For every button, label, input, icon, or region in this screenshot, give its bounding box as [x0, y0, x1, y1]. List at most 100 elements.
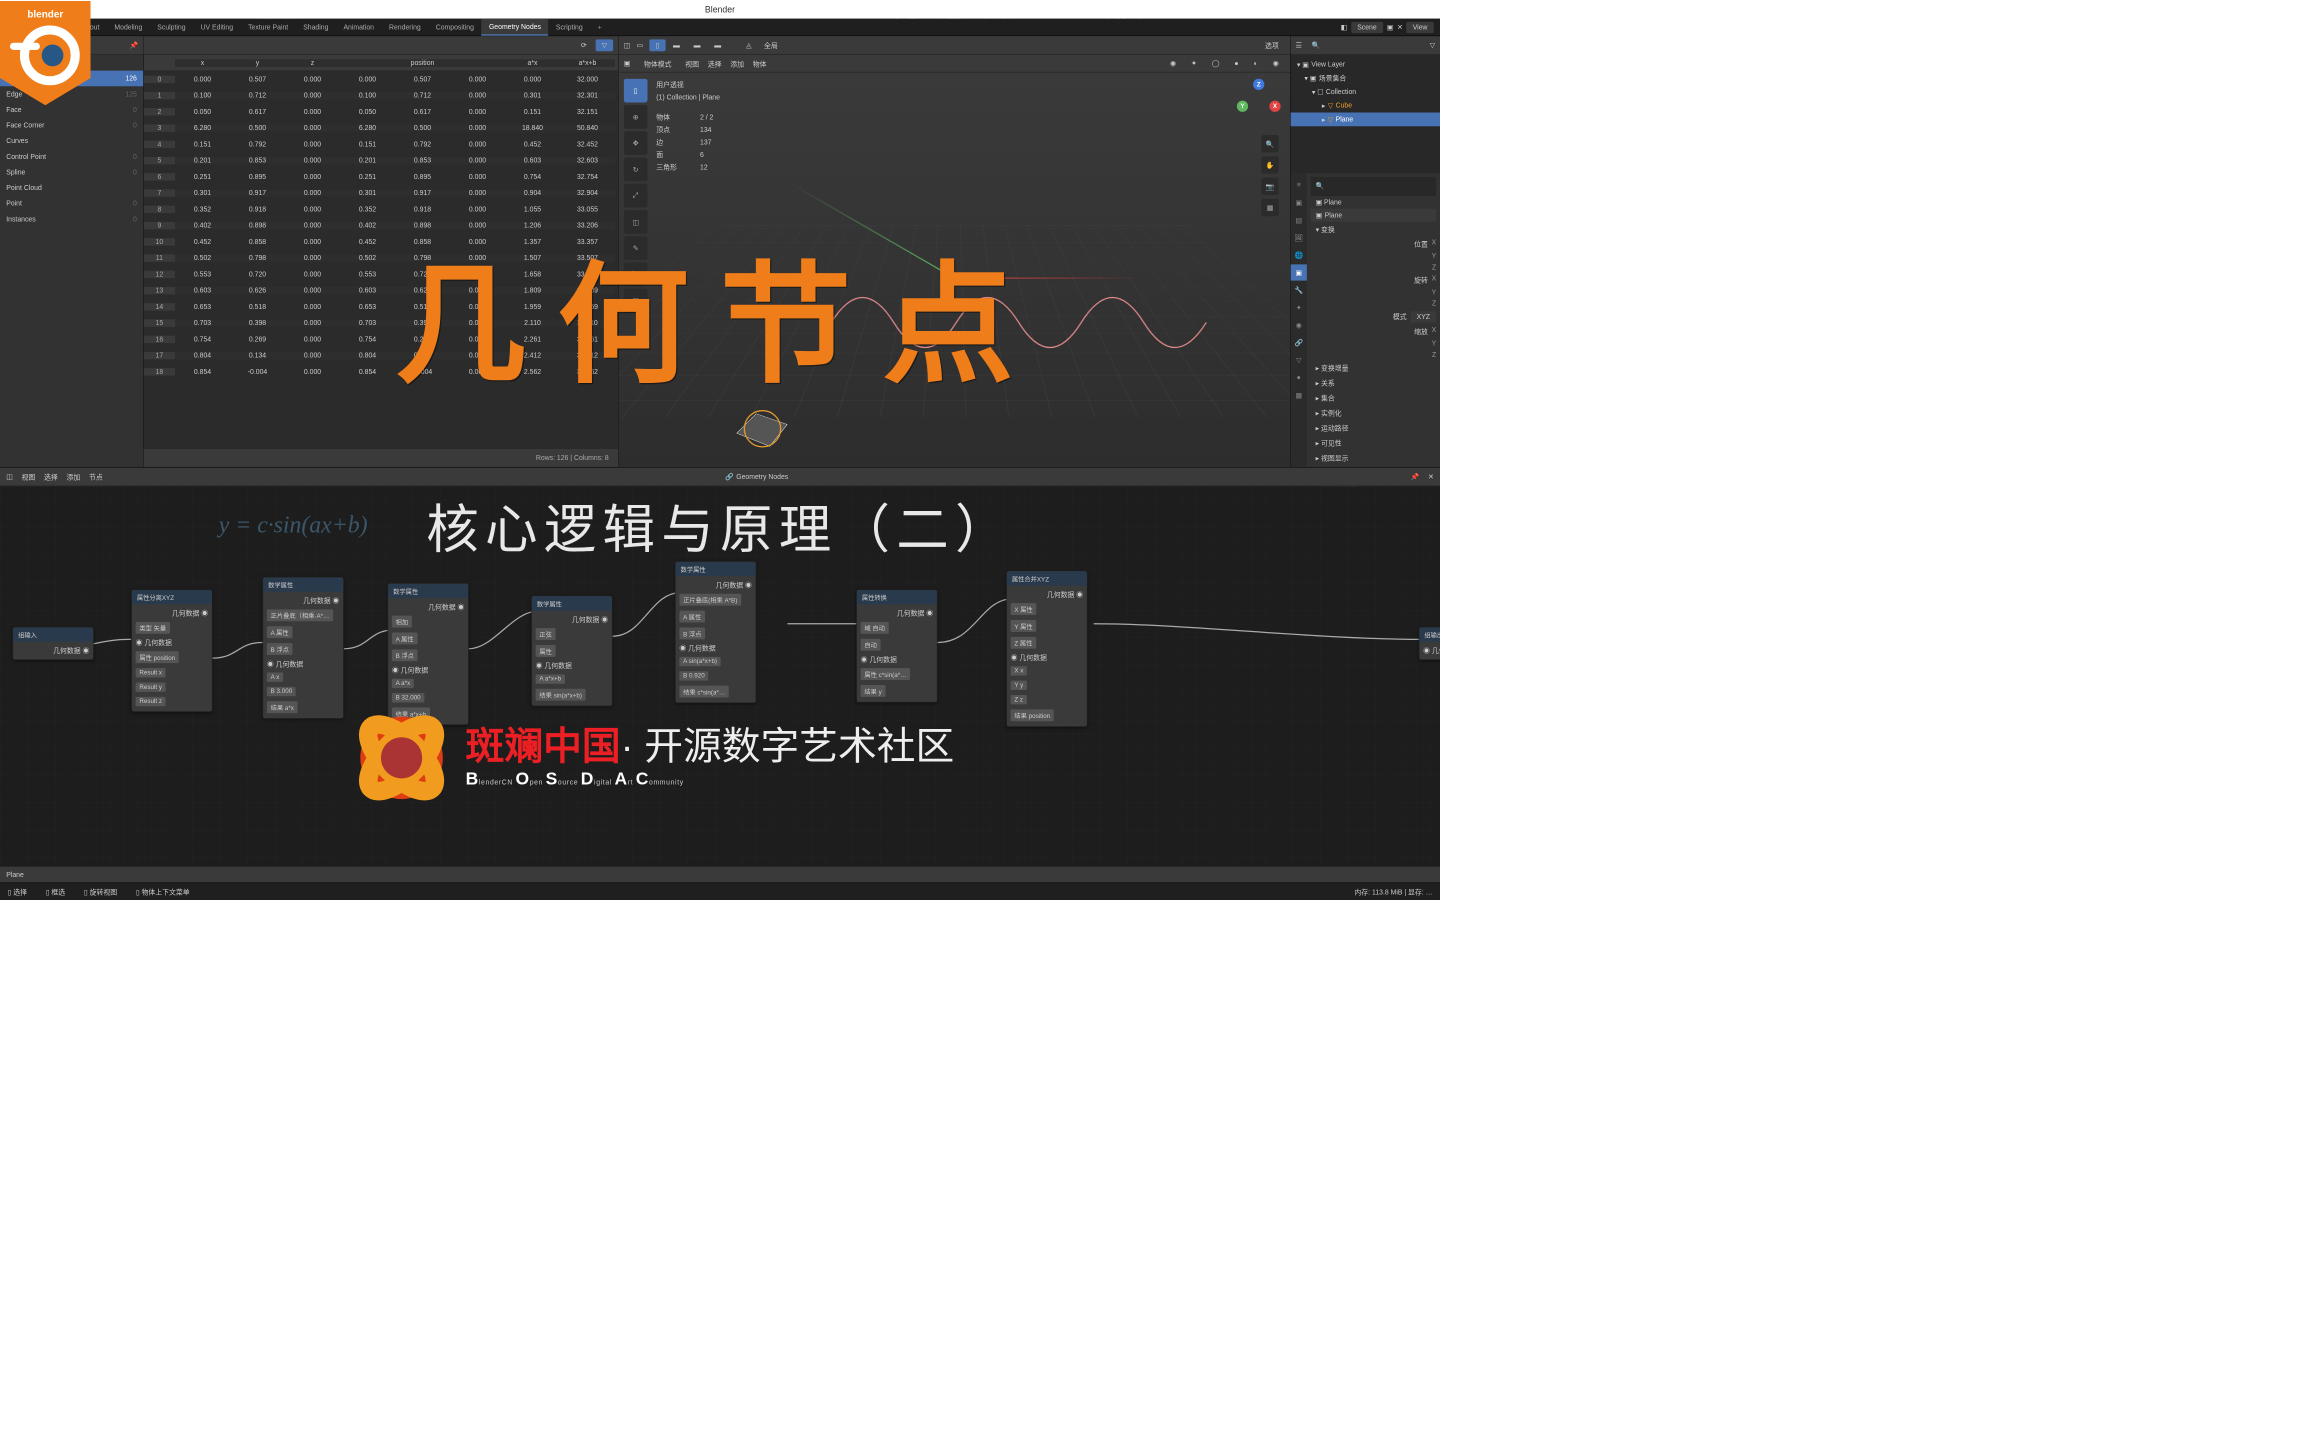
sidebar-item[interactable]: Point Cloud — [0, 180, 143, 196]
cursor-icon[interactable]: ▭ — [637, 41, 644, 49]
sidebar-item[interactable]: Point0 — [0, 196, 143, 212]
editor-type-icon[interactable]: ◫ — [6, 473, 13, 481]
node-menu-item[interactable]: 节点 — [89, 472, 103, 482]
sidebar-item[interactable]: Curves — [0, 133, 143, 149]
prop-tab-render-icon[interactable]: ≡ — [1291, 177, 1307, 193]
prop-tab-modifier-icon[interactable]: 🔧 — [1291, 282, 1307, 298]
prop-tab-viewlayer-icon[interactable]: ▤ — [1291, 212, 1307, 228]
sidebar-item[interactable]: Spline0 — [0, 164, 143, 180]
node-editor[interactable]: ◫ 视图选择添加节点 🔗 Geometry Nodes 📌 ✕ 组输入几何数据 … — [0, 468, 1440, 883]
mode-selector[interactable]: 物体模式 — [638, 57, 678, 71]
prop-tab-constraint-icon[interactable]: 🔗 — [1291, 334, 1307, 350]
outliner-collection[interactable]: ▾ ☐ Collection — [1291, 85, 1440, 99]
rotate-tool-icon[interactable]: ↻ — [624, 158, 648, 182]
prop-tab-mesh-icon[interactable]: ▽ — [1291, 352, 1307, 368]
prop-tab-output-icon[interactable]: ▣ — [1291, 194, 1307, 210]
tab-modeling[interactable]: Modeling — [107, 19, 150, 36]
prop-tab-world-icon[interactable]: 🌐 — [1291, 247, 1307, 263]
layers-icon[interactable]: ◧ — [1341, 23, 1348, 31]
new-scene-icon[interactable]: ▣ — [1387, 23, 1394, 31]
select-mode-icon[interactable]: ▯ — [649, 39, 665, 51]
shading-solid-icon[interactable]: ● — [1228, 58, 1245, 70]
node[interactable]: 数学属性几何数据 ◉正片叠底(相乘 A*B)A 属性B 浮点◉ 几何数据A si… — [675, 561, 756, 703]
viewport-menu-item[interactable]: 视图 — [685, 58, 699, 68]
sidebar-item[interactable]: Control Point0 — [0, 149, 143, 165]
editor-type-icon[interactable]: ◫ — [624, 41, 631, 49]
select-tool-icon[interactable]: ▯ — [624, 79, 648, 103]
node-menu-item[interactable]: 添加 — [67, 472, 81, 482]
shading-rendered-icon[interactable]: ◉ — [1266, 58, 1285, 70]
cursor-tool-icon[interactable]: ⊕ — [624, 105, 648, 129]
tab-compositing[interactable]: Compositing — [428, 19, 481, 36]
tab-geometry-nodes[interactable]: Geometry Nodes — [481, 19, 548, 36]
viewport-menu-item[interactable]: 选择 — [708, 58, 722, 68]
navigation-gizmo[interactable]: X Y Z — [1237, 79, 1281, 123]
sel4-icon[interactable]: ▬ — [708, 39, 727, 51]
node-menu-item[interactable]: 选择 — [44, 472, 58, 482]
overlays-icon[interactable]: ◉ — [1164, 58, 1183, 70]
view-layer-selector[interactable]: View — [1406, 22, 1433, 33]
addcube-tool-icon[interactable]: ▣ — [624, 289, 648, 313]
node[interactable]: 组输入几何数据 ◉ — [13, 627, 94, 660]
prop-tab-physics-icon[interactable]: ◉ — [1291, 317, 1307, 333]
outliner-root[interactable]: ▾ ▣ View Layer — [1291, 58, 1440, 72]
sidebar-item[interactable]: Instances0 — [0, 211, 143, 227]
tab-texture-paint[interactable]: Texture Paint — [241, 19, 296, 36]
camera-icon[interactable]: 📷 — [1261, 178, 1279, 196]
3d-viewport[interactable]: ◫ ▭ ▯ ▬ ▬ ▬ ◬ 全局 选项 ▣ 物体模式 视图选择添加物体 ◉ ✦ … — [619, 36, 1290, 467]
mode-icon[interactable]: ▣ — [624, 59, 631, 67]
tab-rendering[interactable]: Rendering — [382, 19, 429, 36]
shading-matprev-icon[interactable]: ◐ — [1247, 58, 1264, 70]
filter-icon[interactable]: ▽ — [1430, 41, 1435, 49]
prop-tab-object-icon[interactable]: ▣ — [1291, 264, 1307, 280]
shading-wire-icon[interactable]: ◯ — [1205, 58, 1225, 70]
filter-icon[interactable]: ⟳ — [575, 39, 593, 51]
outliner-item-cube[interactable]: ▸ ▽ Cube — [1291, 99, 1440, 113]
node[interactable]: 属性分离XYZ几何数据 ◉类型 矢量◉ 几何数据属性 positionResul… — [131, 589, 212, 712]
node[interactable]: 数学属性几何数据 ◉正片叠底（相乘·A*…A 属性B 浮点◉ 几何数据A xB … — [263, 577, 344, 719]
viewport-options[interactable]: 选项 — [1259, 38, 1285, 52]
node[interactable]: 属性转换几何数据 ◉域 自动自动◉ 几何数据属性 c*sin(a*…结果 y — [856, 589, 937, 702]
annotate-tool-icon[interactable]: ✎ — [624, 236, 648, 260]
node[interactable]: 数学属性几何数据 ◉相加A 属性B 浮点◉ 几何数据A a*xB 32.000结… — [388, 583, 469, 725]
pin-icon[interactable]: 📌 — [1411, 473, 1420, 481]
move-tool-icon[interactable]: ✥ — [624, 131, 648, 155]
prop-tab-material-icon[interactable]: ● — [1291, 369, 1307, 385]
viewport-menu-item[interactable]: 物体 — [753, 58, 767, 68]
gizmo-icon[interactable]: ✦ — [1185, 58, 1203, 70]
transform-tool-icon[interactable]: ◫ — [624, 210, 648, 234]
sidebar-item[interactable]: Face Corner0 — [0, 118, 143, 134]
zoom-icon[interactable]: 🔍 — [1261, 135, 1279, 153]
sel3-icon[interactable]: ▬ — [687, 39, 706, 51]
scale-tool-icon[interactable]: ⤢ — [624, 184, 648, 208]
sel2-icon[interactable]: ▬ — [667, 39, 686, 51]
node[interactable]: 属性合并XYZ几何数据 ◉X 属性Y 属性Z 属性◉ 几何数据X xY yZ z… — [1006, 571, 1087, 727]
outliner-item-plane[interactable]: ▸ ▽ Plane — [1291, 113, 1440, 127]
table-row: 160.7540.2690.0000.7540.2690.0002.26134.… — [144, 331, 618, 347]
prop-tab-texture-icon[interactable]: ▦ — [1291, 387, 1307, 403]
tab-animation[interactable]: Animation — [336, 19, 382, 36]
node-menu-item[interactable]: 视图 — [22, 472, 36, 482]
tab-scripting[interactable]: Scripting — [548, 19, 590, 36]
funnel-icon[interactable]: ▽ — [595, 39, 613, 51]
node[interactable]: 数学属性几何数据 ◉正弦属性◉ 几何数据A a*x+b结果 sin(a*x+b) — [531, 596, 612, 707]
tab-uv-editing[interactable]: UV Editing — [193, 19, 240, 36]
prop-tab-scene-icon[interactable]: 🖼 — [1291, 229, 1307, 245]
viewport-menu-item[interactable]: 添加 — [730, 58, 744, 68]
outliner-scene-collection[interactable]: ▾ ▣ 场景集合 — [1291, 71, 1440, 85]
measure-tool-icon[interactable]: 📏 — [624, 263, 648, 287]
perspective-icon[interactable]: ▦ — [1261, 199, 1279, 217]
orientation-selector[interactable]: 全局 — [758, 38, 784, 52]
tab-shading[interactable]: Shading — [296, 19, 336, 36]
close-icon[interactable]: ✕ — [1428, 473, 1434, 481]
add-workspace-icon[interactable]: + — [593, 23, 607, 31]
node[interactable]: 组输出◉ 几何数据 — [1419, 627, 1440, 660]
prop-tab-particle-icon[interactable]: ✦ — [1291, 299, 1307, 315]
editor-type-icon[interactable]: ☰ — [1296, 41, 1302, 49]
nodetree-selector[interactable]: 🔗 Geometry Nodes — [719, 471, 795, 483]
pan-icon[interactable]: ✋ — [1261, 156, 1279, 174]
delete-scene-icon[interactable]: ✕ — [1397, 23, 1403, 31]
pin-icon[interactable]: 📌 — [130, 41, 139, 49]
scene-selector[interactable]: Scene — [1351, 22, 1383, 33]
tab-sculpting[interactable]: Sculpting — [150, 19, 193, 36]
